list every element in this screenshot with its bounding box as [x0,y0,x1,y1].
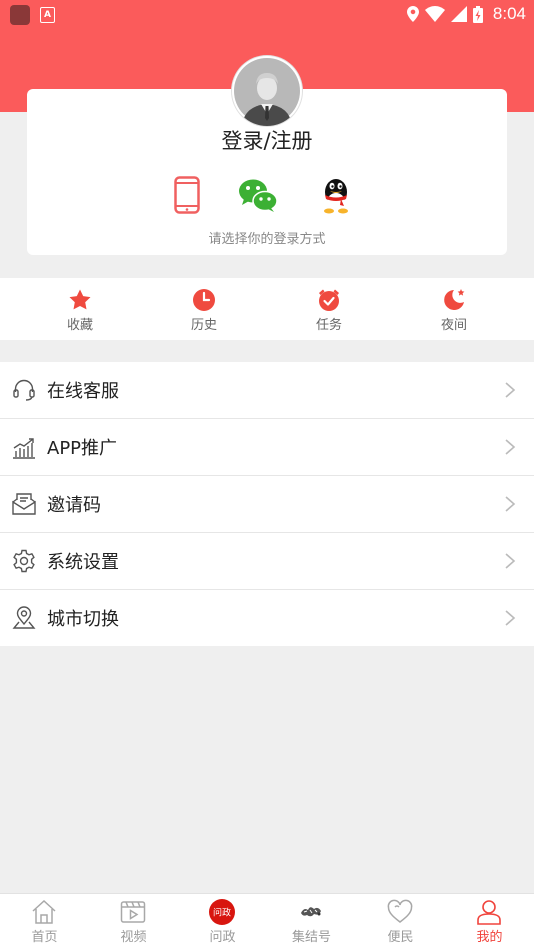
menu-item-app-promotion[interactable]: APP推广 [0,419,534,476]
location-pin-icon [12,606,36,629]
wechat-icon [239,179,278,212]
quick-action-label: 历史 [190,318,217,333]
status-bar: A 8:04 [0,0,534,28]
nav-item-label: 问政 [209,930,236,945]
quick-actions-row: 收藏 历史 任务 夜间 [0,278,534,340]
app-icon [10,5,30,25]
quick-action-label: 夜间 [440,318,467,333]
nav-item-jijiehao[interactable]: 集结号 [267,894,356,951]
chart-icon [13,438,35,459]
phone-login-button[interactable] [172,175,202,215]
quick-action-history[interactable]: 历史 [164,278,244,340]
headset-icon [13,379,35,401]
settings-menu: 在线客服 APP推广 邀请码 系统设置 城市切换 [0,362,534,646]
login-title[interactable]: 登录/注册 [27,125,507,155]
envelope-icon [12,493,36,515]
chevron-right-icon [505,553,516,569]
chevron-right-icon [505,496,516,512]
nav-item-label: 我的 [476,930,503,945]
quick-action-night-mode[interactable]: 夜间 [414,278,494,340]
avatar[interactable] [232,56,302,126]
menu-item-label: 邀请码 [47,495,101,516]
jijiehao-logo-icon [301,907,321,917]
quick-action-label: 任务 [315,318,342,333]
signal-icon [450,6,467,22]
moon-icon [444,289,465,310]
alarm-icon [319,289,339,311]
menu-item-label: 城市切换 [47,609,119,630]
chevron-right-icon [505,610,516,626]
wechat-login-button[interactable] [236,175,280,215]
quick-action-label: 收藏 [66,318,93,333]
nav-item-wenzheng[interactable]: 问政 问政 [178,894,267,951]
nav-item-label: 视频 [120,930,147,945]
quick-action-favorites[interactable]: 收藏 [40,278,120,340]
nav-item-label: 首页 [31,930,58,945]
gear-icon [13,549,35,573]
battery-icon [472,5,483,23]
menu-item-city-switch[interactable]: 城市切换 [0,590,534,646]
svg-text:问政: 问政 [213,907,231,919]
bottom-nav: 首页 视频 问政 问政 集结号 便民 我的 [0,893,534,951]
menu-item-label: 在线客服 [47,381,119,402]
location-icon [406,6,419,22]
nav-item-label: 集结号 [291,930,331,945]
home-icon [32,899,56,924]
menu-item-system-settings[interactable]: 系统设置 [0,533,534,590]
menu-item-label: APP推广 [47,438,118,459]
menu-item-label: 系统设置 [47,552,119,573]
nav-item-video[interactable]: 视频 [89,894,178,951]
video-icon [120,901,146,923]
status-time: 8:04 [492,4,526,23]
wifi-icon [424,6,445,22]
menu-item-customer-service[interactable]: 在线客服 [0,362,534,419]
heart-icon [387,899,413,923]
star-icon [69,289,91,310]
login-hint: 请选择你的登录方式 [208,232,326,247]
nav-item-home[interactable]: 首页 [0,894,89,951]
nav-item-mine[interactable]: 我的 [445,894,534,951]
quick-action-tasks[interactable]: 任务 [289,278,369,340]
chevron-right-icon [505,382,516,398]
login-methods [27,175,507,215]
avatar-placeholder-icon [234,58,300,126]
phone-icon [174,176,200,214]
chevron-right-icon [505,439,516,455]
wenzheng-logo-icon: 问政 [209,899,235,925]
user-icon [477,900,501,925]
menu-item-invite-code[interactable]: 邀请码 [0,476,534,533]
nav-item-services[interactable]: 便民 [356,894,445,951]
a-icon: A [40,7,55,23]
nav-item-label: 便民 [387,930,414,945]
clock-icon [193,289,215,311]
qq-icon [324,179,348,214]
qq-login-button[interactable] [316,175,356,215]
